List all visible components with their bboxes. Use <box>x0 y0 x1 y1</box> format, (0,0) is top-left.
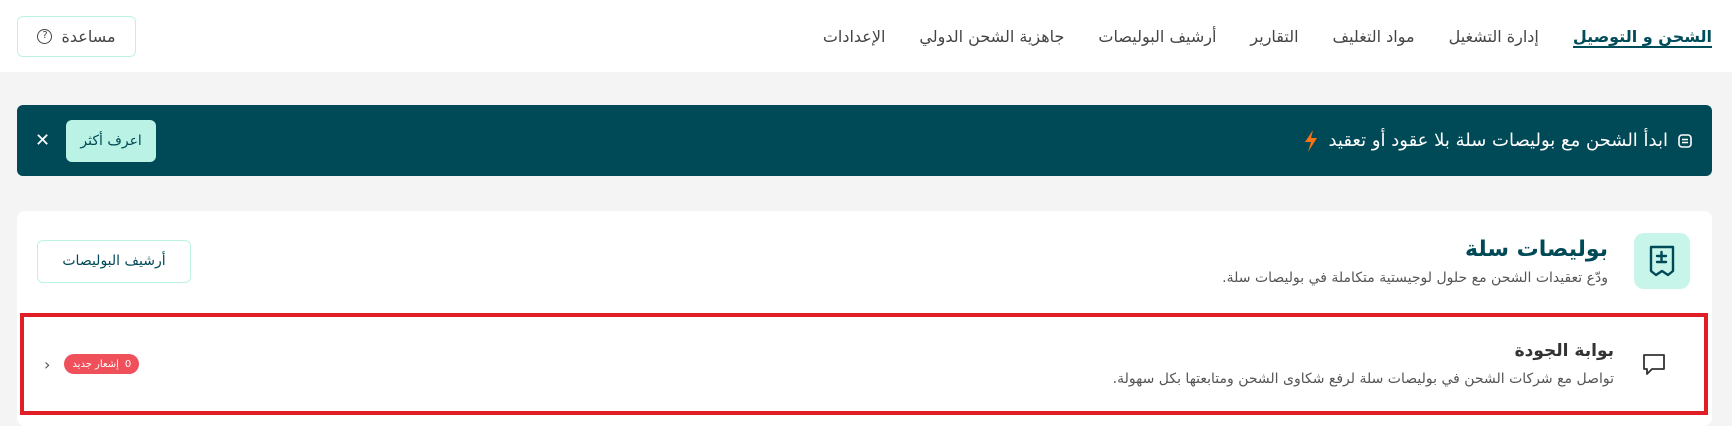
portal-subtitle: تواصل مع شركات الشحن في بوليصات سلة لرفع… <box>1112 371 1614 387</box>
learn-more-button[interactable]: اعرف أكثر <box>66 119 157 162</box>
portal-title: بوابة الجودة <box>1514 341 1614 361</box>
banner-message: ابدأ الشحن مع بوليصات سلة بلا عقود أو تع… <box>1304 129 1692 152</box>
card-title: بوليصات سلة <box>1465 236 1608 262</box>
tab-packaging[interactable]: مواد التغليف <box>1333 0 1415 72</box>
close-icon[interactable]: ✕ <box>35 131 50 150</box>
tab-settings[interactable]: الإعدادات <box>823 0 886 72</box>
main-tabs: الشحن و التوصيل إدارة التشغيل مواد التغل… <box>823 0 1713 72</box>
tab-shipping-delivery[interactable]: الشحن و التوصيل <box>1572 0 1713 72</box>
banner-text: ابدأ الشحن مع بوليصات سلة بلا عقود أو تع… <box>1328 130 1668 151</box>
tab-reports[interactable]: التقارير <box>1250 0 1298 72</box>
portal-meta: ‹ 0 إشعار جديد <box>44 354 140 374</box>
card-header: بوليصات سلة ودّع تعقيدات الشحن مع حلول ل… <box>17 211 1712 311</box>
portal-info: بوابة الجودة تواصل مع شركات الشحن في بول… <box>1113 341 1668 387</box>
help-label: مساعدة <box>61 26 116 46</box>
portal-text: بوابة الجودة تواصل مع شركات الشحن في بول… <box>1113 341 1614 387</box>
salla-policies-card: بوليصات سلة ودّع تعقيدات الشحن مع حلول ل… <box>17 211 1712 426</box>
chat-icon <box>1643 354 1665 375</box>
notification-badge: 0 إشعار جديد <box>64 354 140 374</box>
chevron-left-icon[interactable]: ‹ <box>44 355 50 374</box>
tab-operations[interactable]: إدارة التشغيل <box>1449 0 1539 72</box>
policy-list-icon <box>1634 233 1690 289</box>
help-button[interactable]: مساعدة ? <box>17 15 136 57</box>
quality-portal-row[interactable]: بوابة الجودة تواصل مع شركات الشحن في بول… <box>20 313 1708 415</box>
tab-international-readiness[interactable]: جاهزية الشحن الدولي <box>919 0 1064 72</box>
lightning-icon <box>1305 129 1318 152</box>
question-circle-icon: ? <box>37 28 53 44</box>
top-navigation: الشحن و التوصيل إدارة التشغيل مواد التغل… <box>0 0 1732 72</box>
banner-actions: ✕ اعرف أكثر <box>35 119 157 162</box>
card-header-info: بوليصات سلة ودّع تعقيدات الشحن مع حلول ل… <box>1222 233 1690 289</box>
tab-policy-archive[interactable]: أرشيف البوليصات <box>1098 0 1216 72</box>
promo-banner: ابدأ الشحن مع بوليصات سلة بلا عقود أو تع… <box>17 105 1712 176</box>
policy-archive-button[interactable]: أرشيف البوليصات <box>37 239 191 283</box>
policy-icon <box>1678 133 1692 148</box>
badge-label: إشعار جديد <box>72 358 119 370</box>
card-subtitle: ودّع تعقيدات الشحن مع حلول لوجيستية متكا… <box>1222 269 1608 286</box>
card-header-text: بوليصات سلة ودّع تعقيدات الشحن مع حلول ل… <box>1222 237 1608 286</box>
badge-count: 0 <box>124 358 132 370</box>
